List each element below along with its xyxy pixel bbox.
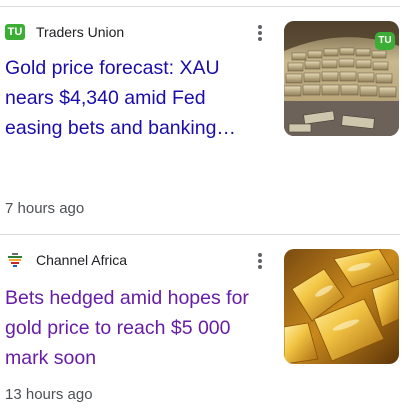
article-headline-link[interactable]: Bets hedged amid hopes for gold price to…	[5, 283, 250, 373]
article-timestamp: 13 hours ago	[5, 386, 93, 403]
more-options-button[interactable]	[254, 251, 266, 271]
source-name: Traders Union	[36, 24, 125, 40]
article-timestamp: 7 hours ago	[5, 200, 85, 217]
news-card-traders-union[interactable]: TU Traders Union Gold price forecast: XA…	[0, 7, 411, 234]
article-headline-link[interactable]: Gold price forecast: XAU nears $4,340 am…	[5, 53, 250, 143]
more-vertical-icon	[258, 25, 262, 29]
traders-union-badge-icon: TU	[375, 32, 395, 50]
source-row: TU Traders Union	[5, 22, 124, 42]
article-thumbnail[interactable]: TU	[284, 21, 399, 136]
gold-bars-image	[284, 249, 399, 364]
news-card-channel-africa[interactable]: Channel Africa Bets hedged amid hopes fo…	[0, 235, 411, 413]
more-options-button[interactable]	[254, 23, 266, 43]
source-name: Channel Africa	[36, 252, 128, 268]
source-row: Channel Africa	[5, 250, 127, 270]
traders-union-logo-icon: TU	[5, 24, 25, 40]
more-vertical-icon	[258, 253, 262, 257]
channel-africa-logo-icon	[5, 251, 25, 269]
article-thumbnail[interactable]	[284, 249, 399, 364]
